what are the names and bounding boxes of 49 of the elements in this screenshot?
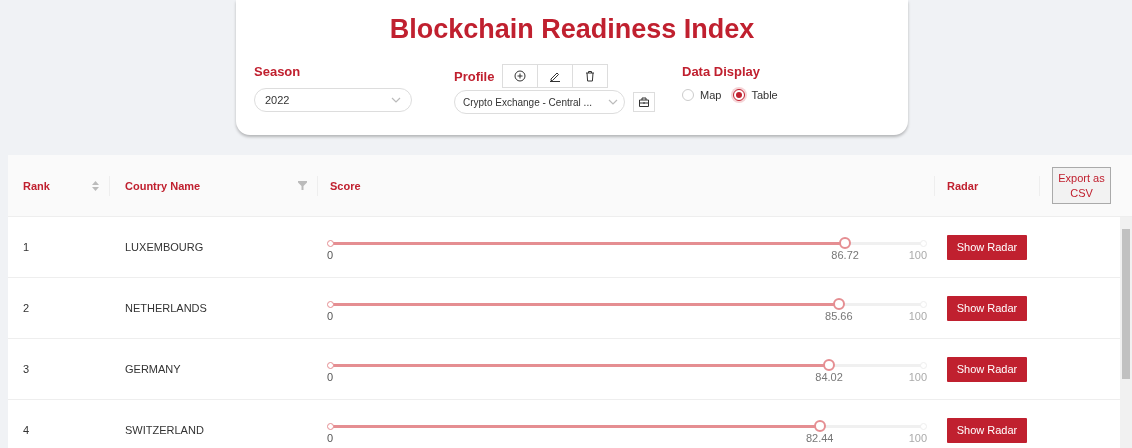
- max-label: 100: [908, 249, 927, 261]
- radio-label[interactable]: Table: [751, 89, 778, 101]
- page-title: Blockchain Readiness Index: [388, 14, 756, 46]
- show-radar-button[interactable]: Show Radar: [947, 356, 1027, 382]
- score-value: 86.72: [831, 249, 859, 261]
- profile-label: Profile: [454, 69, 495, 86]
- country-cell-text: LUXEMBOURG: [124, 241, 205, 253]
- export-csv-button[interactable]: Export as CSV: [1052, 167, 1111, 204]
- data-display-label: Data Display: [682, 64, 762, 79]
- rank-cell-text: 1: [22, 241, 31, 253]
- radio-button[interactable]: [733, 89, 746, 101]
- profile-dropdown[interactable]: Crypto Exchange - Central ...: [454, 90, 625, 114]
- show-radar-button[interactable]: Show Radar: [947, 234, 1027, 260]
- settings-button[interactable]: [633, 92, 655, 112]
- column-header[interactable]: Rank: [23, 179, 50, 192]
- rank-cell-text: 4: [22, 424, 31, 436]
- pencil-icon: [549, 70, 562, 82]
- max-label: 100: [908, 432, 927, 444]
- score-value: 84.02: [815, 371, 843, 383]
- column-header: Score: [330, 179, 361, 192]
- show-radar-button[interactable]: Show Radar: [947, 295, 1027, 321]
- briefcase-icon: [638, 96, 650, 108]
- delete-button[interactable]: [572, 64, 609, 88]
- rank-cell-text: 3: [22, 363, 31, 375]
- chevron-down-icon: [608, 99, 618, 105]
- country-cell-text: SWITZERLAND: [124, 424, 205, 436]
- season-label: Season: [254, 64, 302, 79]
- min-label: 0: [327, 432, 334, 444]
- scrollbar[interactable]: [1120, 217, 1132, 448]
- score-value: 85.66: [825, 310, 853, 322]
- column-header[interactable]: Country Name: [125, 179, 201, 192]
- plus-circle-icon: [514, 70, 527, 82]
- max-label: 100: [908, 310, 927, 322]
- country-cell-text: NETHERLANDS: [124, 302, 208, 314]
- column-header: Radar: [947, 179, 979, 192]
- min-label: 0: [327, 371, 334, 383]
- edit-button[interactable]: [537, 64, 574, 88]
- country-cell-text: GERMANY: [124, 363, 182, 375]
- min-label: 0: [327, 310, 334, 322]
- trash-icon: [584, 70, 597, 82]
- show-radar-button[interactable]: Show Radar: [947, 417, 1027, 443]
- score-value: 82.44: [805, 432, 834, 444]
- add-button[interactable]: [502, 64, 539, 88]
- min-label: 0: [327, 249, 334, 261]
- season-dropdown[interactable]: 2022: [254, 88, 412, 112]
- rank-cell-text: 2: [22, 302, 31, 314]
- radio-label[interactable]: Map: [700, 89, 722, 101]
- chevron-down-icon: [391, 97, 401, 103]
- max-label: 100: [908, 371, 927, 383]
